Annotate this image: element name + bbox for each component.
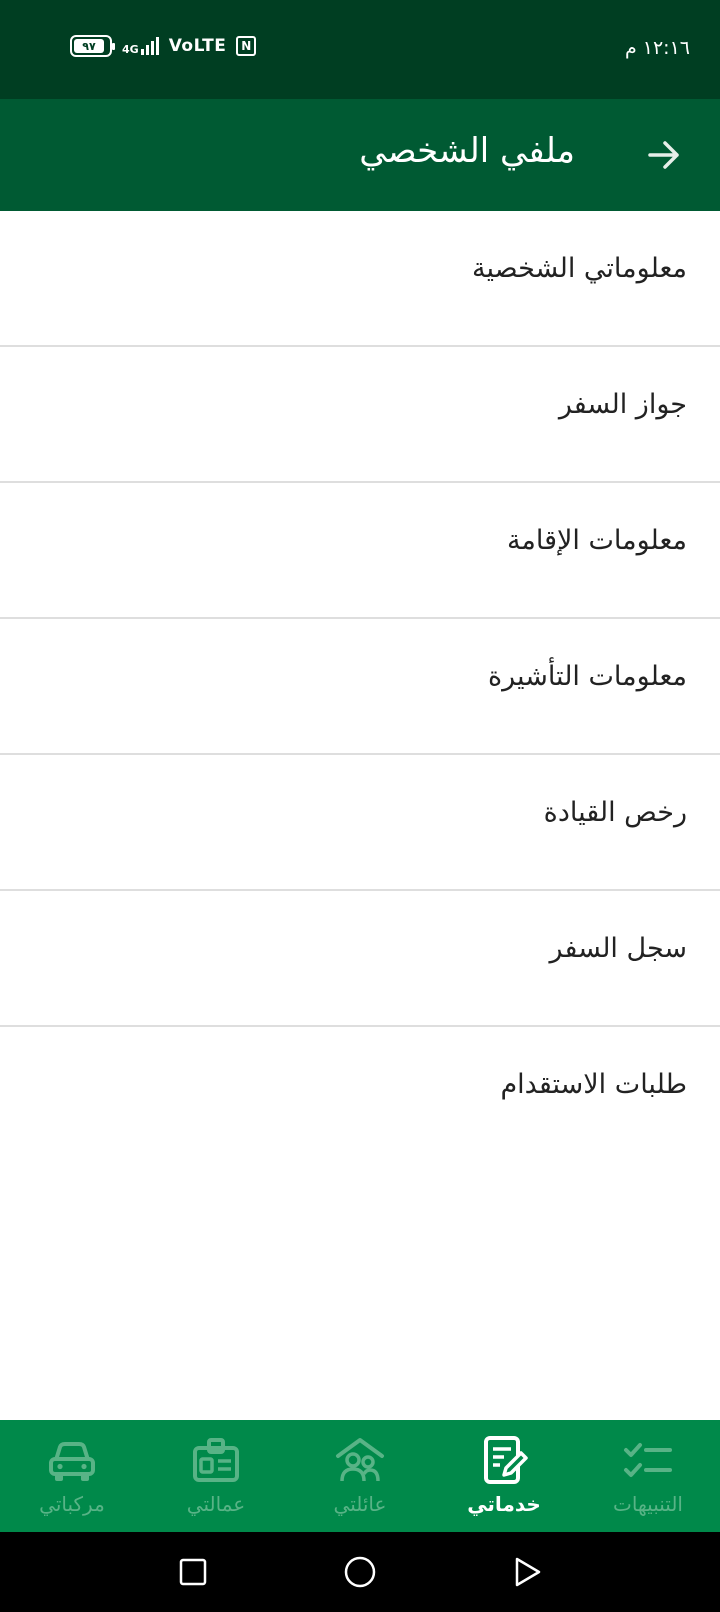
nav-item-alerts[interactable]: التنبيهات [576,1420,720,1532]
battery-level: ٩٧ [74,39,104,53]
menu-item-label: رخص القيادة [543,797,687,828]
network-type: 4G [122,43,139,56]
circle-icon [344,1556,376,1588]
app-bar: ملفي الشخصي [0,99,720,211]
nav-item-label: خدماتي [467,1492,541,1516]
profile-menu-list: معلوماتي الشخصية جواز السفر معلومات الإق… [0,211,720,1163]
status-time: ١٢:١٦ م [624,37,690,59]
menu-item-recruitment-requests[interactable]: طلبات الاستقدام [0,1027,720,1163]
status-bar: ٩٧ 4G VoLTE N ١٢:١٦ م [0,0,720,99]
menu-item-personal-info[interactable]: معلوماتي الشخصية [0,211,720,347]
nav-item-my-services[interactable]: خدماتي [432,1420,576,1532]
menu-item-label: معلومات التأشيرة [488,661,687,692]
menu-item-driving-licenses[interactable]: رخص القيادة [0,755,720,891]
menu-item-label: معلوماتي الشخصية [472,253,687,284]
volte-label: VoLTE [168,36,227,56]
nfc-icon: N [236,36,257,56]
menu-item-label: طلبات الاستقدام [500,1069,687,1100]
menu-item-passport[interactable]: جواز السفر [0,347,720,483]
nav-item-family[interactable]: عائلتي [288,1420,432,1532]
nav-item-vehicles[interactable]: مركباتي [0,1420,144,1532]
back-nav-button[interactable] [502,1547,552,1597]
status-icons: ٩٧ 4G VoLTE N [70,35,257,57]
menu-item-visa-info[interactable]: معلومات التأشيرة [0,619,720,755]
nav-item-label: مركباتي [39,1492,105,1516]
recent-apps-button[interactable] [168,1547,218,1597]
nav-item-label: عائلتي [333,1492,387,1516]
battery-icon: ٩٧ [70,35,115,57]
menu-item-label: سجل السفر [549,933,687,964]
car-icon [45,1434,99,1488]
square-icon [180,1558,207,1586]
menu-item-label: جواز السفر [558,389,687,420]
bottom-navigation: مركباتي عمالتي عائلتي خدماتي التنبيهات [0,1420,720,1532]
system-navigation-bar [0,1532,720,1612]
edit-document-icon [477,1434,531,1488]
nav-item-workers[interactable]: عمالتي [144,1420,288,1532]
checklist-icon [621,1434,675,1488]
menu-item-residency-info[interactable]: معلومات الإقامة [0,483,720,619]
nav-item-label: التنبيهات [613,1492,683,1516]
menu-item-travel-record[interactable]: سجل السفر [0,891,720,1027]
menu-item-label: معلومات الإقامة [506,525,687,556]
arrow-right-icon [648,141,679,169]
page-title: ملفي الشخصي [359,131,575,171]
home-button[interactable] [335,1547,385,1597]
family-icon [333,1434,387,1488]
back-button[interactable] [638,129,690,181]
id-card-icon [189,1434,243,1488]
signal-icon: 4G [122,37,159,55]
triangle-back-icon [515,1557,540,1587]
nav-item-label: عمالتي [186,1492,246,1516]
